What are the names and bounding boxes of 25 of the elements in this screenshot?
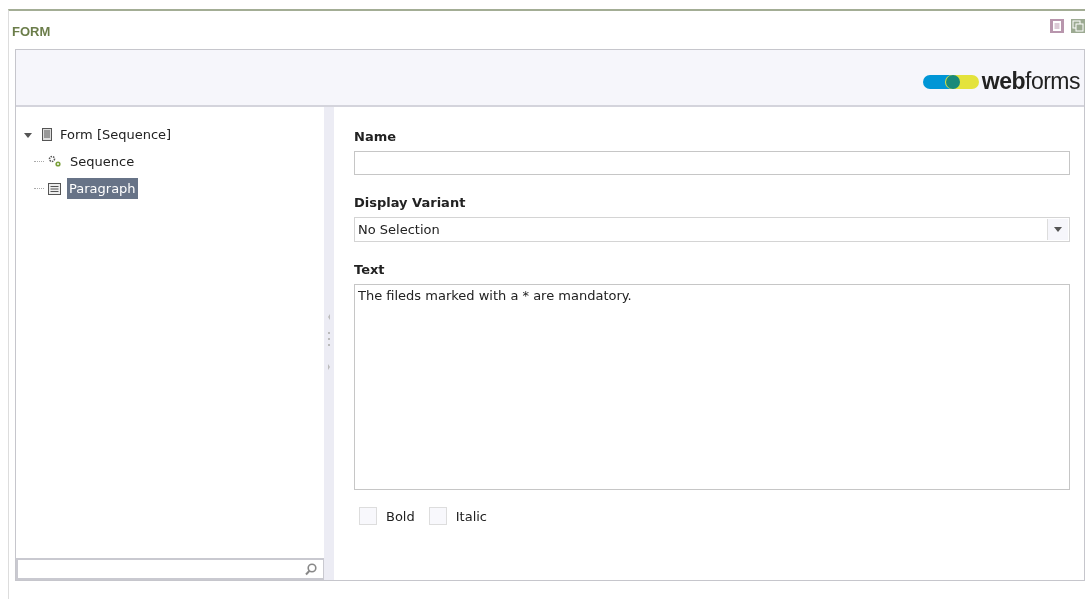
- field-label: Display Variant: [354, 195, 467, 210]
- checkbox[interactable]: [428, 507, 447, 525]
- panel-title: FORM: [12, 23, 51, 39]
- splitter-handle[interactable]: [324, 107, 334, 580]
- caret-icon: [1054, 227, 1062, 232]
- checkbox-label: Bold: [386, 508, 415, 524]
- form-icon: [42, 128, 52, 141]
- dropdown[interactable]: No Selection: [354, 217, 1070, 242]
- checkbox-label: Italic: [455, 508, 488, 524]
- document-icon[interactable]: [1050, 19, 1064, 33]
- name-field[interactable]: [354, 151, 1070, 175]
- search-icon[interactable]: [305, 562, 318, 576]
- field-label: Text: [354, 262, 386, 277]
- gears-icon: [48, 155, 62, 168]
- text-area[interactable]: The fileds marked with a * are mandatory.: [354, 284, 1070, 490]
- collapse-arrow-icon[interactable]: [24, 130, 32, 139]
- tree-item[interactable]: Sequence: [68, 151, 137, 172]
- field-label: Name: [354, 129, 397, 144]
- tree-item[interactable]: Paragraph: [67, 178, 138, 199]
- webforms-logo: webforms: [922, 68, 1080, 95]
- windows-icon[interactable]: [1071, 19, 1085, 33]
- search-field[interactable]: [16, 558, 325, 580]
- tree-item[interactable]: Form [Sequence]: [58, 124, 174, 145]
- checkbox[interactable]: [359, 507, 377, 525]
- paragraph-icon: [48, 182, 61, 195]
